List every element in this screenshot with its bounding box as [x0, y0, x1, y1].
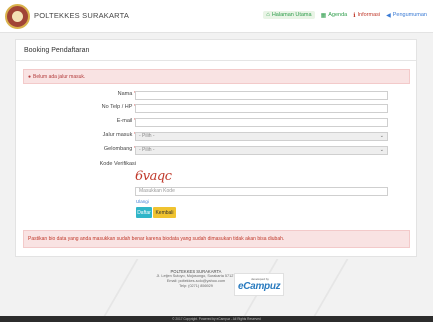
decorative-line: [313, 259, 349, 316]
chevron-down-icon: ⌄: [379, 133, 384, 139]
top-navbar: POLTEKKES SURAKARTA ⌂ Halaman Utama ▦ Agend…: [0, 0, 433, 33]
alert-message: Belum ada jalur masuk.: [33, 73, 86, 80]
info-icon: ℹ: [353, 12, 356, 19]
jalur-select[interactable]: - Pilih - ⌄: [135, 132, 388, 141]
nav-item-agenda[interactable]: ▦ Agenda: [321, 11, 348, 19]
nav-label: Agenda: [328, 12, 348, 18]
footer: POLTEKKES SURAKARTA Jl. Letjen Sutoyo, M…: [0, 259, 433, 316]
nav-item-halaman-utama[interactable]: ⌂ Halaman Utama: [263, 11, 315, 19]
gelombang-label: Gelombang *: [103, 146, 136, 152]
calendar-icon: ▦: [320, 12, 327, 19]
error-alert: ● Belum ada jalur masuk.: [23, 69, 410, 84]
brand-name[interactable]: POLTEKKES SURAKARTA: [34, 11, 129, 20]
main-nav: ⌂ Halaman Utama ▦ Agenda ℹ Informasi ◀ Pengumum…: [263, 11, 427, 19]
booking-panel: Booking Pendaftaran ● Belum ada jalur ma…: [15, 39, 417, 257]
verification-input[interactable]: Masukkan Kode: [135, 187, 388, 196]
reload-captcha-link[interactable]: Ulangi: [136, 199, 149, 204]
daftar-button[interactable]: Daftar: [136, 207, 152, 218]
nav-item-pengumuman[interactable]: ◀ Pengumuman: [386, 11, 427, 19]
kembali-button[interactable]: Kembali: [153, 207, 176, 218]
warning-message: Pastikan bio data yang anda masukkan sud…: [28, 236, 285, 242]
warning-alert: Pastikan bio data yang anda masukkan sud…: [23, 230, 410, 248]
telp-label: No Telp / HP *: [101, 104, 136, 110]
poltekkes-logo[interactable]: [5, 4, 30, 29]
ecampuz-badge[interactable]: developed by eCampuz: [234, 273, 284, 296]
decorative-line: [103, 259, 139, 316]
chevron-down-icon: ⌄: [379, 147, 384, 153]
page-title: Booking Pendaftaran: [24, 47, 90, 54]
gelombang-select[interactable]: - Pilih - ⌄: [135, 146, 388, 155]
captcha-text: 6vaqc: [135, 169, 172, 184]
home-icon: ⌂: [266, 12, 270, 18]
kode-label: Kode Verifikasi: [99, 161, 136, 167]
nama-label: Nama *: [117, 91, 136, 97]
ecampuz-logo: eCampuz: [238, 281, 281, 292]
email-label: E-mail *: [116, 118, 136, 124]
nav-item-informasi[interactable]: ℹ Informasi: [353, 11, 380, 19]
telp-input[interactable]: [135, 104, 388, 113]
megaphone-icon: ◀: [386, 12, 391, 19]
nama-input[interactable]: [135, 91, 388, 100]
alert-icon: ●: [28, 73, 32, 80]
captcha-image: 6vaqc: [135, 167, 183, 187]
nav-label: Pengumuman: [392, 12, 427, 18]
jalur-label: Jalur masuk *: [102, 132, 136, 138]
copyright-bar: © 2017 Copyright. Powered by eCampuz - A…: [0, 316, 433, 322]
email-input[interactable]: [135, 118, 388, 127]
nav-label: Informasi: [357, 12, 381, 18]
title-divider: [16, 60, 416, 61]
nav-label: Halaman Utama: [271, 12, 312, 18]
